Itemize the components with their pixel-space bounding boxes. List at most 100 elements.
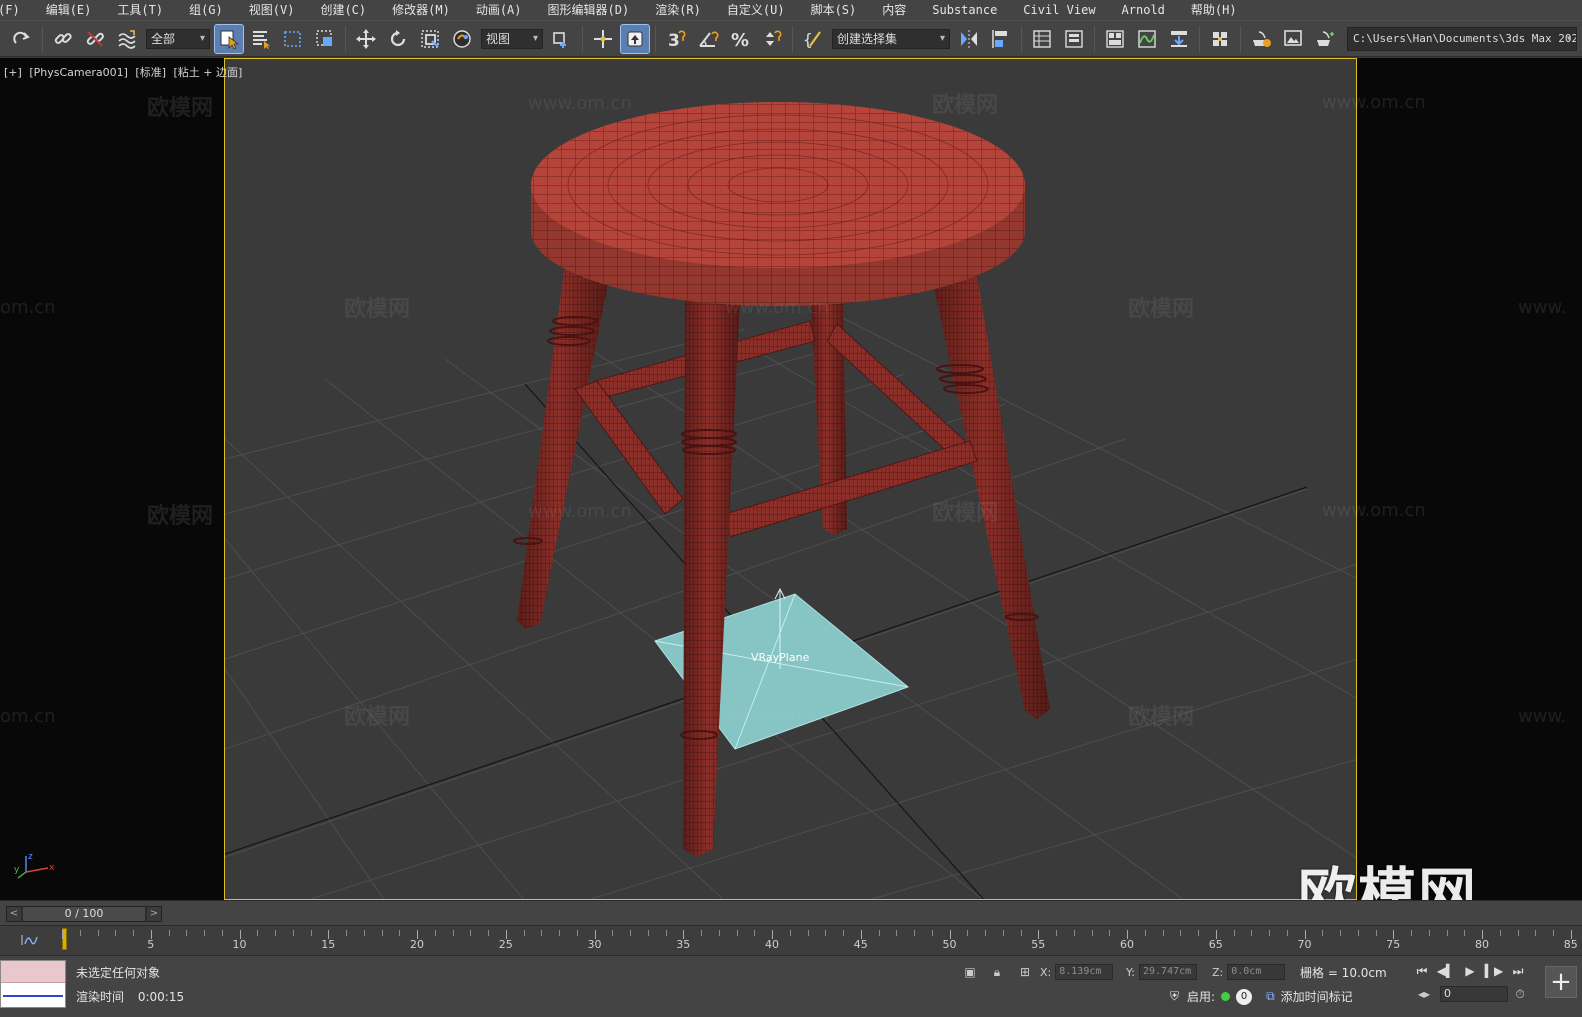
add-time-tag-label[interactable]: 添加时间标记 <box>1281 988 1353 1005</box>
menu-file[interactable]: (F) <box>0 0 33 20</box>
perspective-viewport[interactable]: VRayPlane www.om.cn 欧模网 欧模网 www.om.cn 欧模… <box>224 58 1357 900</box>
ribbon-icon[interactable] <box>1101 25 1129 53</box>
manipulate-icon[interactable] <box>589 25 617 53</box>
next-frame-button[interactable]: > <box>147 907 161 921</box>
left-black-panel <box>0 58 224 900</box>
keyboard-shortcut-icon[interactable] <box>620 23 650 54</box>
viewport-label[interactable]: [+] [PhysCamera001] [标准] [粘土 + 边面] <box>4 64 246 80</box>
unlink-icon[interactable] <box>81 25 109 53</box>
mirror-icon[interactable] <box>955 25 983 53</box>
ref-coord-dropdown[interactable]: 视图 <box>481 28 543 49</box>
ruler-tick <box>630 930 631 936</box>
menu-group[interactable]: 组(G) <box>176 0 236 20</box>
key-mode-icon[interactable]: ◂▸ <box>1416 986 1432 1002</box>
align-icon[interactable] <box>987 25 1015 53</box>
named-selection-dropdown[interactable]: 创建选择集 <box>832 28 950 49</box>
menu-scripting[interactable]: 脚本(S) <box>798 0 870 20</box>
edit-named-selection-icon[interactable]: { <box>799 25 827 53</box>
project-path-dropdown[interactable]: C:\Users\Han\Documents\3ds Max 2022 <box>1347 26 1577 51</box>
menu-civil-view[interactable]: Civil View <box>1010 0 1108 20</box>
angle-snap-icon[interactable] <box>694 25 722 53</box>
coord-y-field[interactable]: 29.747cm <box>1138 964 1197 980</box>
ruler-tick <box>967 930 969 936</box>
menu-rendering[interactable]: 渲染(R) <box>642 0 714 20</box>
curve-editor-icon[interactable] <box>1133 25 1161 53</box>
menu-create[interactable]: 创建(C) <box>307 0 379 20</box>
move-icon[interactable] <box>352 25 380 53</box>
maxscript-listener[interactable] <box>0 960 66 1008</box>
track-bar[interactable]: 5 10 15 20 25 30 35 40 45 50 55 60 65 70 75 80 85 <box>0 925 1582 955</box>
snap-icon[interactable]: 3 <box>662 25 690 53</box>
selection-filter-dropdown[interactable]: 全部 <box>146 28 210 49</box>
window-crossing-icon[interactable] <box>311 25 339 53</box>
play-icon[interactable]: ▶ <box>1458 962 1482 980</box>
menu-help[interactable]: 帮助(H) <box>1178 0 1250 20</box>
ruler-tick <box>754 930 756 936</box>
selection-lock-icon[interactable]: 🔒︎ <box>989 964 1005 980</box>
time-slider-value[interactable]: 0 / 100 <box>23 907 145 921</box>
toolbar-separator <box>582 25 583 52</box>
bind-spacewarp-icon[interactable] <box>113 25 141 53</box>
rect-region-icon[interactable] <box>279 25 307 53</box>
previous-frame-icon[interactable]: ◀▍ <box>1434 962 1458 980</box>
enable-status-dot[interactable] <box>1221 992 1231 1001</box>
pivot-icon[interactable] <box>548 25 576 53</box>
viewport-shading-mode[interactable]: [粘土 + 边面] <box>174 66 243 79</box>
percent-snap-icon[interactable]: % <box>726 25 754 53</box>
go-to-end-icon[interactable]: ⏭ <box>1506 962 1530 980</box>
add-button[interactable]: + <box>1545 966 1577 998</box>
viewport-shading-standard[interactable]: [标准] <box>135 66 166 79</box>
ruler-tick <box>523 930 525 936</box>
menu-customize[interactable]: 自定义(U) <box>714 0 798 20</box>
viewport-menu-plus[interactable]: [+] <box>4 66 22 79</box>
coord-z-field[interactable]: 0.0cm <box>1227 964 1286 980</box>
isolate-selection-icon[interactable]: ▣ <box>962 964 978 980</box>
coord-y-label: Y: <box>1126 965 1135 979</box>
shield-icon[interactable]: ⛨ <box>1170 989 1179 1004</box>
select-icon[interactable] <box>214 23 244 54</box>
render-icon[interactable] <box>1311 25 1339 53</box>
schematic-icon[interactable] <box>1165 25 1193 53</box>
time-tag-icon[interactable]: ⧉ <box>1266 989 1275 1004</box>
rotate-icon[interactable] <box>384 25 412 53</box>
viewport-camera-name[interactable]: [PhysCamera001] <box>29 66 128 79</box>
ruler-tick <box>346 930 347 936</box>
maxscript-input[interactable] <box>1 961 65 983</box>
ruler-tick <box>1269 930 1270 936</box>
rendered-frame-icon[interactable] <box>1279 25 1307 53</box>
current-frame-field[interactable]: 0 <box>1440 986 1508 1002</box>
render-setup-icon[interactable] <box>1247 25 1275 53</box>
absolute-mode-icon[interactable]: ⊞ <box>1017 964 1033 980</box>
ruler-tick <box>914 930 915 936</box>
mini-curve-editor-icon[interactable] <box>20 932 38 948</box>
ruler-tick <box>452 930 454 936</box>
link-icon[interactable] <box>49 25 77 53</box>
toolbar-separator <box>1199 25 1200 52</box>
go-to-start-icon[interactable]: ⏮ <box>1410 962 1434 980</box>
menu-animation[interactable]: 动画(A) <box>463 0 535 20</box>
coord-x-field[interactable]: 8.139cm <box>1055 964 1114 980</box>
track-ruler[interactable]: 5 10 15 20 25 30 35 40 45 50 55 60 65 70 75 80 85 <box>62 926 1578 956</box>
layer-explorer-icon[interactable] <box>1060 25 1088 53</box>
prev-frame-button[interactable]: < <box>7 907 21 921</box>
next-frame-icon[interactable]: ▍▶ <box>1482 962 1506 980</box>
axis-z-label: z <box>28 852 33 862</box>
spinner-snap-icon[interactable] <box>758 25 786 53</box>
menu-content[interactable]: 内容 <box>869 0 919 20</box>
select-by-name-icon[interactable] <box>247 25 275 53</box>
redo-icon[interactable] <box>8 25 36 53</box>
scale-icon[interactable] <box>416 25 444 53</box>
menu-arnold[interactable]: Arnold <box>1109 0 1178 20</box>
menu-views[interactable]: 视图(V) <box>236 0 308 20</box>
scene-explorer-icon[interactable] <box>1028 25 1056 53</box>
menu-edit[interactable]: 编辑(E) <box>33 0 105 20</box>
material-editor-icon[interactable] <box>1206 25 1234 53</box>
menu-graph-editors[interactable]: 图形编辑器(D) <box>535 0 643 20</box>
place-icon[interactable] <box>448 25 476 53</box>
menu-modifiers[interactable]: 修改器(M) <box>379 0 463 20</box>
menu-tools[interactable]: 工具(T) <box>104 0 176 20</box>
menu-substance[interactable]: Substance <box>919 0 1010 20</box>
time-slider[interactable]: < 0 / 100 > <box>6 906 162 922</box>
time-config-icon[interactable]: ⏱ <box>1512 986 1528 1002</box>
right-black-panel <box>1357 58 1582 900</box>
